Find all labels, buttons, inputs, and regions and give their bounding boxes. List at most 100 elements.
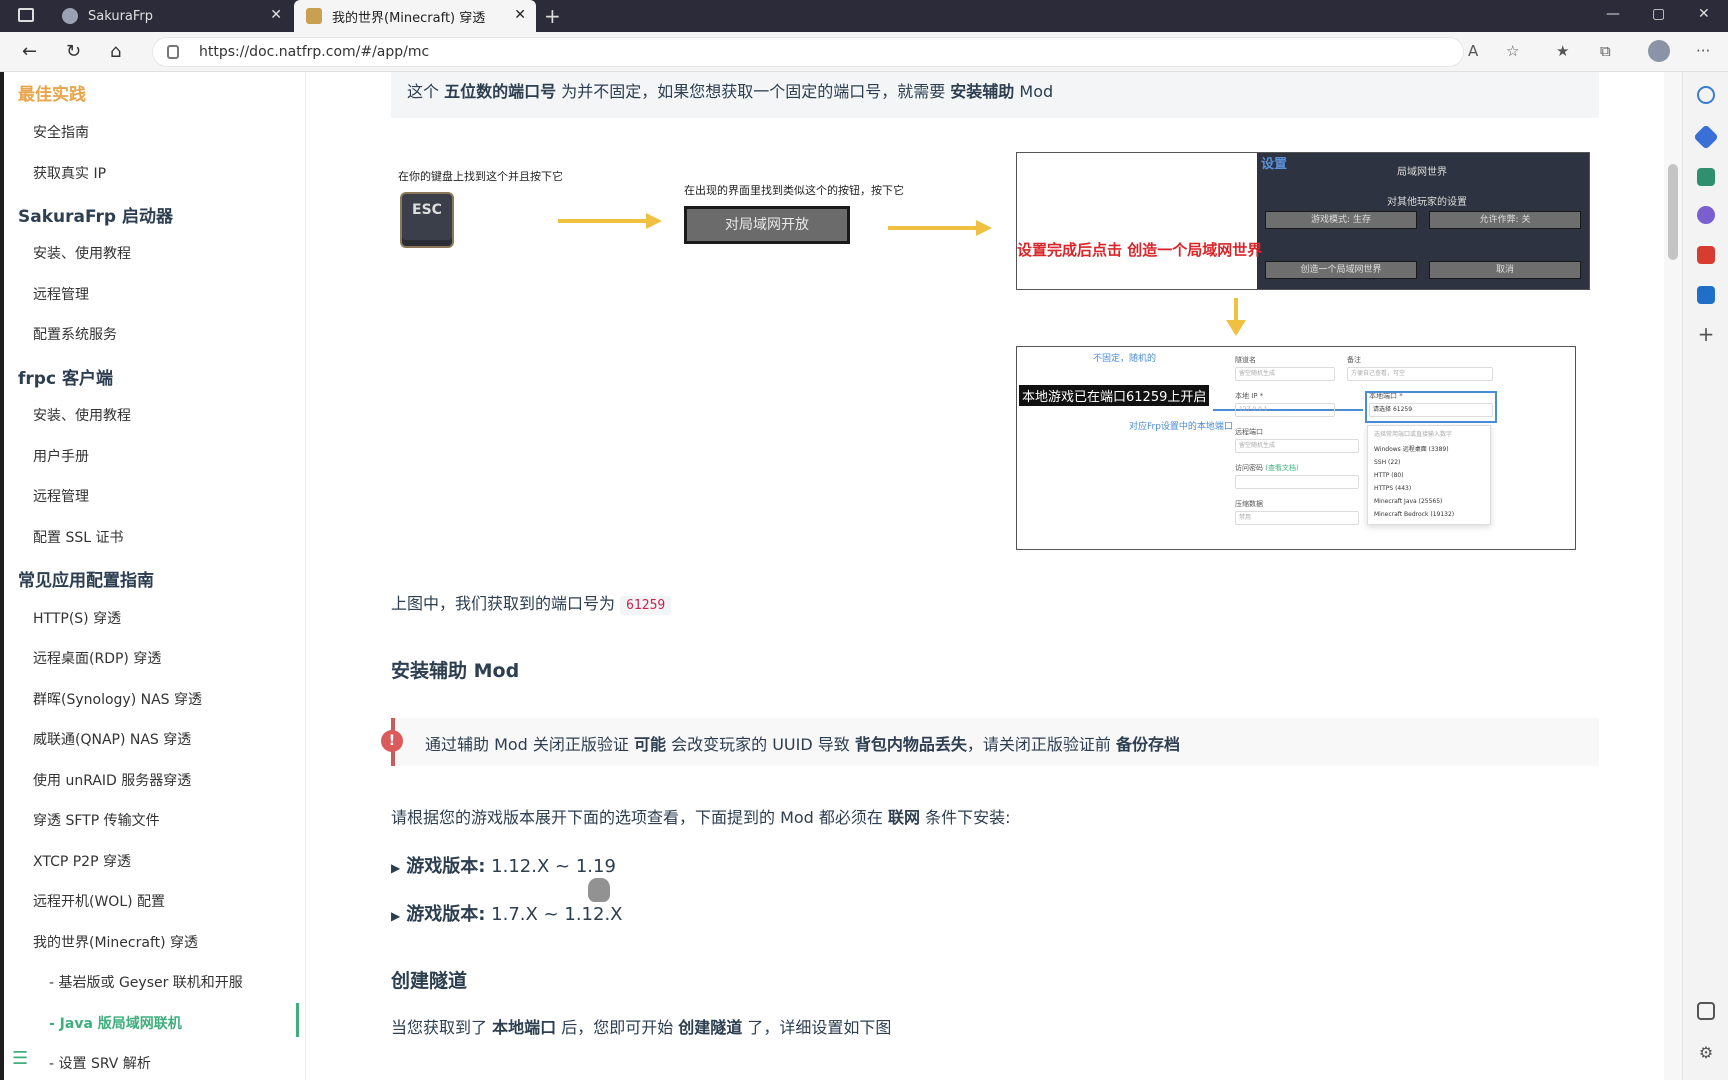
settings-annotation: 设置 (1261, 157, 1288, 172)
sidebar-item-real-ip[interactable]: 获取真实 IP (33, 163, 106, 183)
sidebar-item-launcher-install[interactable]: 安装、使用教程 (33, 243, 131, 263)
sidebar-item-sftp[interactable]: 穿透 SFTP 传输文件 (33, 810, 160, 830)
page-scrollbar[interactable] (1664, 72, 1682, 1080)
minimize-icon[interactable]: — (1606, 6, 1620, 22)
maximize-icon[interactable]: ▢ (1652, 6, 1665, 22)
read-aloud-icon[interactable]: A (1468, 42, 1478, 60)
heading-install-mod: 安装辅助 Mod (391, 660, 520, 682)
outlook-icon[interactable] (1697, 286, 1715, 304)
tip-box: 这个 五位数的端口号 为并不固定，如果您想获取一个固定的端口号，就需要 安装辅助… (391, 72, 1599, 118)
compress-field: 禁用 (1235, 511, 1359, 525)
remote-port-field: 留空随机生成 (1235, 439, 1359, 453)
close-icon[interactable]: ✕ (270, 7, 282, 23)
other-players-label: 对其他玩家的设置 (1387, 197, 1467, 208)
sidebar-heading-launcher[interactable]: SakuraFrp 启动器 (18, 202, 173, 227)
warning-text: 通过辅助 Mod 关闭正版验证 可能 会改变玩家的 UUID 导致 背包内物品丢… (425, 735, 1180, 754)
heading-create-tunnel: 创建隧道 (391, 970, 468, 992)
close-icon[interactable]: ✕ (514, 7, 526, 23)
scrollbar-thumb[interactable] (1668, 164, 1678, 260)
more-icon[interactable]: ··· (1696, 42, 1710, 60)
tag-icon[interactable] (1693, 124, 1719, 150)
sidebar-toggle-icon[interactable] (18, 8, 34, 22)
window-close-icon[interactable]: ✕ (1698, 6, 1710, 22)
hide-sidebar-icon[interactable] (1697, 1002, 1715, 1020)
toolbox-icon[interactable] (1697, 168, 1715, 186)
sidebar-item-frpc-install[interactable]: 安装、使用教程 (33, 405, 131, 425)
sidebar-item-java-lan[interactable]: - Java 版局域网联机 (49, 1013, 182, 1033)
active-indicator (296, 1003, 299, 1037)
arrow-down-icon (1226, 298, 1246, 336)
arrow-right-icon (888, 220, 992, 236)
port-code: 61259 (620, 596, 672, 615)
add-icon[interactable]: + (1697, 324, 1715, 344)
sidebar-item-http[interactable]: HTTP(S) 穿透 (33, 608, 121, 628)
doc-content: 这个 五位数的端口号 为并不固定，如果您想获取一个固定的端口号，就需要 安装辅助… (306, 72, 1664, 1080)
collections-icon[interactable]: ⧉ (1600, 42, 1611, 60)
sidebar-item-unraid[interactable]: 使用 unRAID 服务器穿透 (33, 770, 191, 790)
favorites-icon[interactable]: ★ (1556, 42, 1569, 60)
port-dropdown: 选择常用端口或直接输入数字 Windows 远程桌面 (3389) SSH (2… (1367, 425, 1491, 525)
sidebar-item-frpc-remote[interactable]: 远程管理 (33, 486, 89, 506)
port-result-text: 上图中，我们获取到的端口号为 61259 (391, 590, 672, 615)
sidebar-item-launcher-remote[interactable]: 远程管理 (33, 284, 89, 304)
sidebar-item-xtcp[interactable]: XTCP P2P 穿透 (33, 851, 131, 871)
esc-key-image: ESC (400, 192, 454, 248)
tab-strip: SakuraFrp ✕ 我的世界(Minecraft) 穿透 ✕ + — ▢ ✕ (0, 0, 1728, 32)
sidebar-heading-frpc[interactable]: frpc 客户端 (18, 364, 113, 389)
open-to-lan-image: 对局域网开放 (684, 206, 850, 244)
sidebar-item-srv[interactable]: - 设置 SRV 解析 (49, 1053, 151, 1073)
lan-settings-image: 设置 局域网世界 对其他玩家的设置 游戏模式: 生存 允许作弊: 关 设置完成后… (1016, 152, 1590, 290)
sidebar-item-rdp[interactable]: 远程桌面(RDP) 穿透 (33, 648, 161, 668)
warning-icon: ! (381, 730, 403, 752)
url-field[interactable]: https://doc.natfrp.com/#/app/mc (152, 37, 1464, 67)
address-bar: ← ↻ ⌂ https://doc.natfrp.com/#/app/mc A … (0, 32, 1728, 72)
refresh-icon[interactable]: ↻ (66, 41, 81, 62)
arrow-right-icon (558, 213, 662, 229)
sidebar-item-system-service[interactable]: 配置系统服务 (33, 324, 117, 344)
sidebar-item-minecraft[interactable]: 我的世界(Minecraft) 穿透 (33, 932, 198, 952)
new-tab-icon[interactable]: + (544, 4, 561, 28)
minecraft-favicon-icon (306, 8, 322, 24)
tab-minecraft[interactable]: 我的世界(Minecraft) 穿透 ✕ (294, 0, 536, 32)
lock-icon[interactable] (167, 45, 179, 59)
sidebar-item-bedrock[interactable]: - 基岩版或 Geyser 联机和开服 (49, 972, 243, 992)
back-icon[interactable]: ← (22, 41, 37, 62)
cursor-pet-icon (588, 878, 610, 902)
local-ip-label: 本地 IP * (1235, 392, 1264, 400)
sidebar-item-wol[interactable]: 远程开机(WOL) 配置 (33, 891, 165, 911)
tab-sakurafrp[interactable]: SakuraFrp ✕ (52, 0, 292, 32)
remark-label: 备注 (1347, 356, 1361, 364)
details-version-1-12[interactable]: ▶ 游戏版本: 1.12.X ~ 1.19 (391, 852, 616, 878)
frp-settings-image: 不固定，随机的 本地游戏已在端口61259上开启 对应Frp设置中的本地端口 隧… (1016, 346, 1576, 550)
sidebar-item-security[interactable]: 安全指南 (33, 122, 89, 142)
access-password-field (1235, 475, 1359, 489)
details-version-1-7[interactable]: ▶ 游戏版本: 1.7.X ~ 1.12.X (391, 900, 623, 926)
home-icon[interactable]: ⌂ (110, 41, 121, 62)
remote-port-label: 远程端口 (1235, 428, 1263, 436)
compress-label: 压缩数据 (1235, 500, 1263, 508)
triangle-right-icon: ▶ (391, 909, 401, 923)
add-favorite-icon[interactable]: ☆ (1506, 42, 1519, 60)
sidebar-item-qnap[interactable]: 威联通(QNAP) NAS 穿透 (33, 729, 191, 749)
sidebar-heading-app-guides[interactable]: 常见应用配置指南 (18, 566, 154, 591)
menu-icon[interactable]: ☰ (12, 1048, 28, 1069)
profile-avatar[interactable] (1648, 40, 1670, 62)
sidebar-item-synology[interactable]: 群晖(Synology) NAS 穿透 (33, 689, 202, 709)
cancel-image: 取消 (1429, 261, 1581, 279)
sidebar-item-ssl[interactable]: 配置 SSL 证书 (33, 527, 123, 547)
local-ip-field: 127.0.0.1 (1235, 403, 1335, 417)
red-note: 设置完成后点击 创造一个局域网世界 (1017, 241, 1263, 259)
settings-icon[interactable]: ⚙ (1697, 1044, 1715, 1062)
tab-label: SakuraFrp (88, 8, 154, 24)
remark-field: 方便自己查看，可空 (1347, 367, 1493, 381)
highlight-box (1365, 391, 1497, 423)
tunnel-intro-text: 当您获取到了 本地端口 后，您即可开始 创建隧道 了，详细设置如下图 (391, 1018, 892, 1037)
create-lan-image: 创造一个局域网世界 (1265, 261, 1417, 279)
sakurafrp-favicon-icon (62, 8, 78, 24)
sidebar-item-user-manual[interactable]: 用户手册 (33, 446, 89, 466)
office-icon[interactable] (1697, 246, 1715, 264)
search-icon[interactable] (1697, 86, 1715, 104)
lan-caption: 在出现的界面里找到类似这个的按钮，按下它 (684, 184, 904, 197)
people-icon[interactable] (1697, 206, 1715, 224)
sidebar-heading-best-practice[interactable]: 最佳实践 (18, 80, 86, 105)
